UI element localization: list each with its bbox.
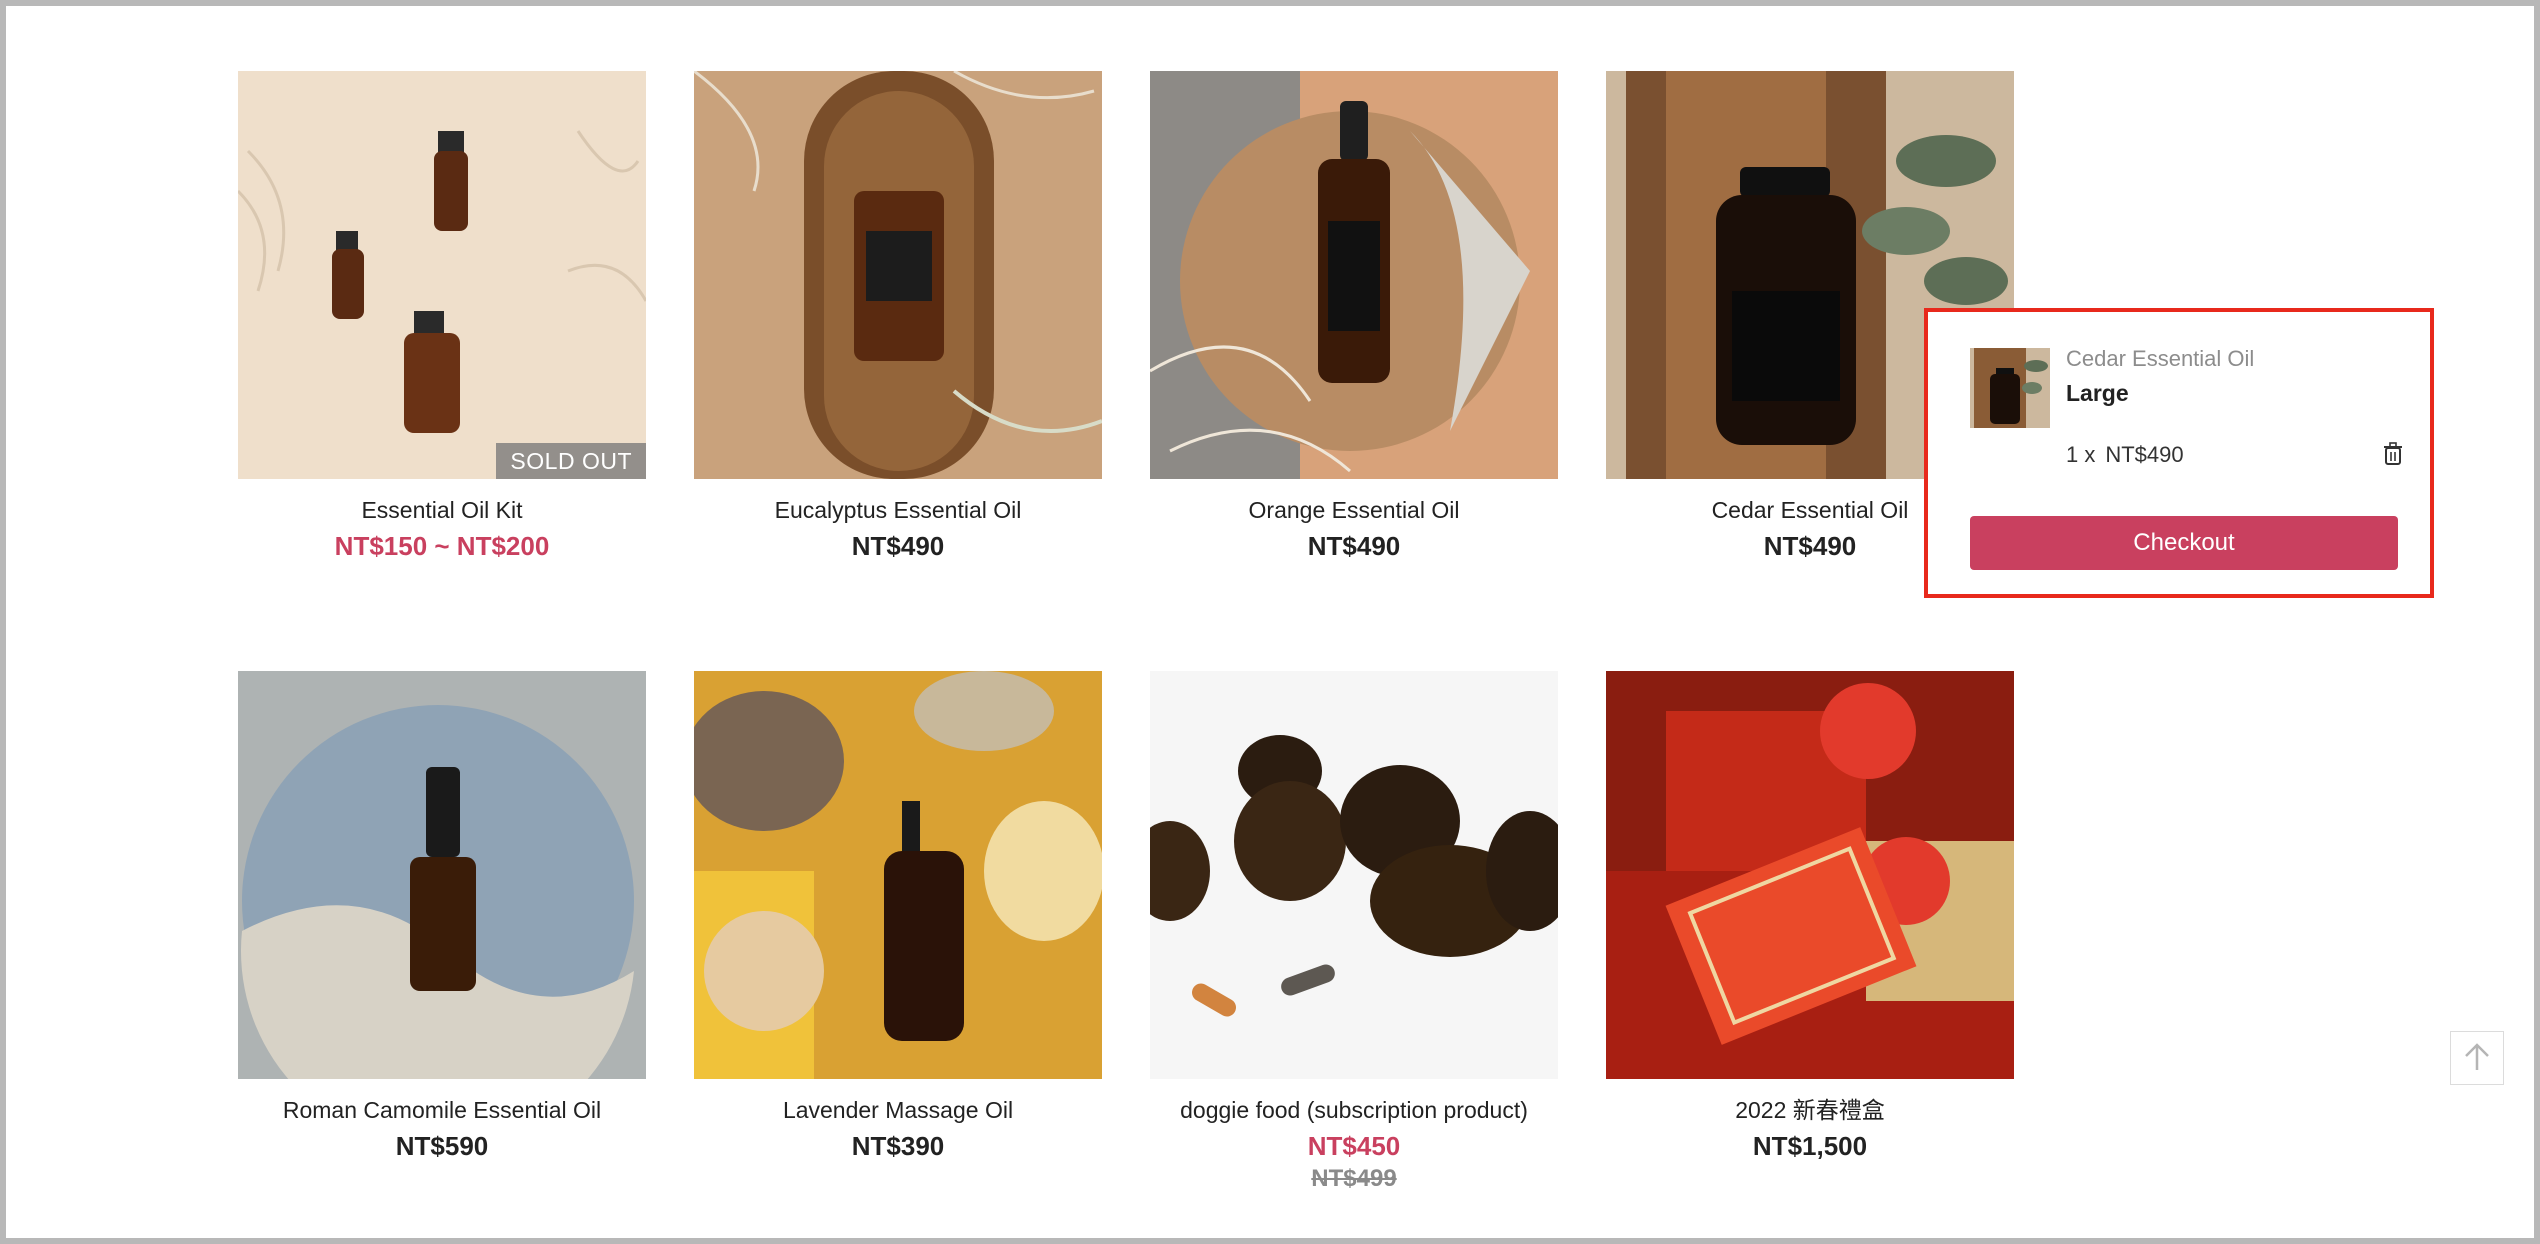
product-price: NT$490 xyxy=(851,531,945,561)
product-name[interactable]: Eucalyptus Essential Oil xyxy=(694,495,1102,525)
cart-item-image[interactable] xyxy=(1970,348,2050,428)
cart-item-quantity-price: 1 x NT$490 xyxy=(2066,442,2194,468)
trash-icon[interactable] xyxy=(2382,442,2404,466)
product-price: NT$590 xyxy=(395,1131,489,1161)
product-image[interactable] xyxy=(1606,671,2014,1079)
product-original-price: NT$499 xyxy=(1311,1165,1397,1192)
cart-item-name[interactable]: Cedar Essential Oil xyxy=(2066,346,2254,372)
checkout-button[interactable]: Checkout xyxy=(1970,516,2398,570)
product-image[interactable] xyxy=(1150,671,1558,1079)
cart-item-variant: Large xyxy=(2066,380,2129,406)
arrow-up-icon xyxy=(2465,1043,2489,1070)
product-name[interactable]: doggie food (subscription product) xyxy=(1150,1095,1558,1125)
product-card[interactable]: Eucalyptus Essential Oil NT$490 xyxy=(694,71,1102,563)
product-price: NT$390 xyxy=(851,1131,945,1161)
sold-out-badge: SOLD OUT xyxy=(496,443,646,479)
product-card[interactable]: doggie food (subscription product) NT$45… xyxy=(1150,671,1558,1195)
product-image[interactable] xyxy=(694,71,1102,479)
product-card[interactable]: 2022 新春禮盒 NT$1,500 xyxy=(1606,671,2014,1163)
product-image[interactable] xyxy=(238,671,646,1079)
product-name[interactable]: Orange Essential Oil xyxy=(1150,495,1558,525)
product-image[interactable] xyxy=(1150,71,1558,479)
product-card[interactable]: Lavender Massage Oil NT$390 xyxy=(694,671,1102,1163)
product-card[interactable]: SOLD OUT Essential Oil Kit NT$150 ~ NT$2… xyxy=(238,71,646,563)
product-name[interactable]: Roman Camomile Essential Oil xyxy=(238,1095,646,1125)
product-name[interactable]: Lavender Massage Oil xyxy=(694,1095,1102,1125)
product-grid: SOLD OUT Essential Oil Kit NT$150 ~ NT$2… xyxy=(0,0,2540,1244)
cart-item-quantity: 1 x xyxy=(2066,442,2096,467)
product-image[interactable] xyxy=(694,671,1102,1079)
product-image[interactable]: SOLD OUT xyxy=(238,71,646,479)
product-price: NT$490 xyxy=(1307,531,1401,561)
product-card[interactable]: Orange Essential Oil NT$490 xyxy=(1150,71,1558,563)
product-price: NT$150 ~ NT$200 xyxy=(334,531,550,561)
product-price: NT$1,500 xyxy=(1752,1131,1868,1161)
product-price: NT$450 xyxy=(1307,1131,1401,1161)
back-to-top-button[interactable] xyxy=(2450,1031,2504,1085)
product-name[interactable]: Essential Oil Kit xyxy=(238,495,646,525)
cart-item-price: NT$490 xyxy=(2105,442,2184,467)
mini-cart-popover: Cedar Essential Oil Large 1 x NT$490 Chec… xyxy=(1924,308,2434,598)
product-card[interactable]: Roman Camomile Essential Oil NT$590 xyxy=(238,671,646,1163)
product-name[interactable]: 2022 新春禮盒 xyxy=(1606,1095,2014,1125)
